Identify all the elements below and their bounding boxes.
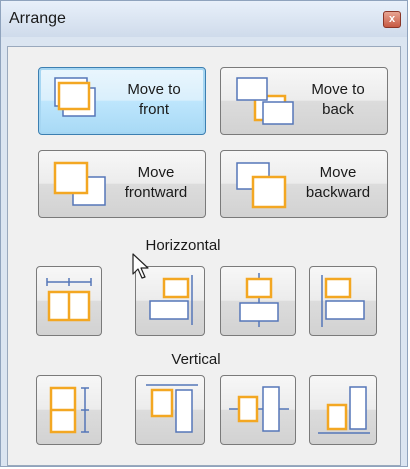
send-to-back-icon [236, 77, 294, 125]
mouse-cursor-icon [132, 253, 149, 279]
distribute-vertical-button[interactable] [36, 375, 102, 445]
window-title: Arrange [9, 10, 66, 27]
align-middle-button[interactable] [220, 375, 296, 445]
distribute-vertically-icon [49, 386, 89, 434]
align-bottom-icon [318, 386, 370, 434]
move-backward-label: Move backward [305, 164, 371, 201]
bring-to-front-icon [54, 77, 96, 117]
send-backward-icon [236, 162, 287, 209]
move-to-front-button[interactable]: Move to front [38, 67, 206, 135]
move-to-back-button[interactable]: Move to back [220, 67, 388, 135]
align-left-button[interactable] [309, 266, 377, 336]
distribute-horizontally-icon [46, 278, 92, 322]
vertical-section-label: Vertical [171, 351, 221, 368]
align-bottom-button[interactable] [309, 375, 377, 445]
move-to-front-label: Move to front [127, 81, 181, 118]
close-icon: x [388, 13, 396, 25]
align-top-button[interactable] [135, 375, 205, 445]
move-frontward-label: Move frontward [124, 164, 188, 201]
align-center-button[interactable] [220, 266, 296, 336]
arrange-window: Arrange x Move to front Move to back Mov… [0, 0, 408, 467]
align-center-icon [239, 273, 279, 327]
align-right-icon [149, 275, 193, 325]
align-middle-icon [229, 386, 289, 432]
close-button[interactable]: x [383, 11, 401, 28]
move-frontward-button[interactable]: Move frontward [38, 150, 206, 218]
move-backward-button[interactable]: Move backward [220, 150, 388, 218]
align-left-icon [321, 275, 365, 327]
bring-forward-icon [53, 161, 106, 206]
distribute-horizontal-button[interactable] [36, 266, 102, 336]
title-bar[interactable]: Arrange x [1, 1, 407, 37]
arrange-panel: Move to front Move to back Move frontwar… [7, 46, 401, 466]
align-top-icon [146, 384, 198, 433]
move-to-back-label: Move to back [311, 81, 365, 118]
